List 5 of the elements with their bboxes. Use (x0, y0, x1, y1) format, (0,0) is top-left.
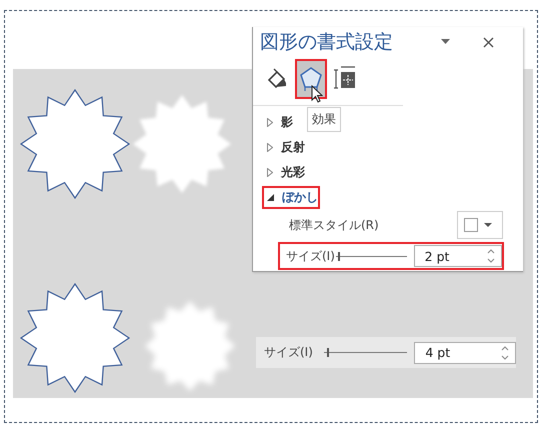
pane-title: 図形の書式設定 (260, 30, 393, 55)
tooltip: 効果 (307, 107, 341, 132)
size-label: サイズ(I) (286, 248, 336, 264)
size-label: サイズ(I) (264, 344, 314, 361)
preset-label: 標準スタイル(R) (289, 216, 379, 234)
